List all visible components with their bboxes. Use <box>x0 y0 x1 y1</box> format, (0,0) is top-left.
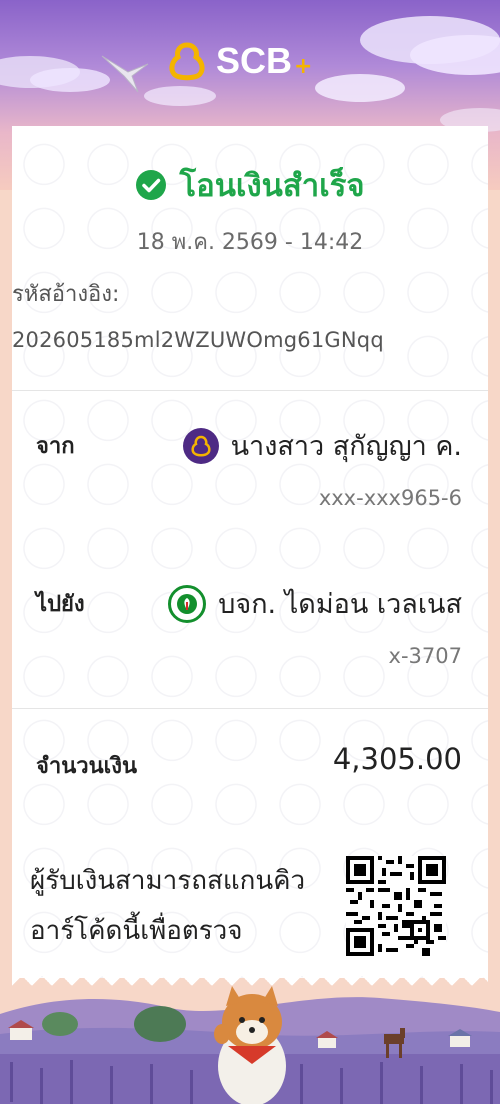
scb-logo-icon <box>169 42 205 81</box>
reference-value: 202605185ml2WZUWOmg61GNqq <box>12 328 384 352</box>
success-header: โอนเงินสำเร็จ <box>12 160 488 210</box>
logo-plus: + <box>294 53 313 79</box>
from-label: จาก <box>36 434 75 459</box>
qr-instruction: ผู้รับเงินสามารถสแกนคิวอาร์โค้ดนี้เพื่อต… <box>30 866 306 946</box>
to-account: x-3707 <box>388 644 462 668</box>
scb-bank-icon <box>182 427 219 464</box>
reference-label: รหัสอ้างอิง: <box>12 282 120 307</box>
app-header: SCB + <box>0 38 500 98</box>
transaction-datetime: 18 พ.ค. 2569 - 14:42 <box>136 230 364 255</box>
to-name: บจก. ไดม่อน เวลเนส <box>218 589 462 620</box>
divider <box>12 708 488 709</box>
to-label: ไปยัง <box>36 592 85 617</box>
check-circle-icon <box>136 170 167 200</box>
footer-illustration <box>0 986 500 1104</box>
logo-text: SCB <box>216 40 293 81</box>
status-title: โอนเงินสำเร็จ <box>179 168 365 204</box>
qr-code[interactable] <box>346 856 446 956</box>
kbank-icon <box>168 584 207 623</box>
scb-logo: SCB + <box>168 40 312 82</box>
amount-label: จำนวนเงิน <box>36 754 137 779</box>
bird-icon <box>101 55 149 93</box>
receipt-card: โอนเงินสำเร็จ 18 พ.ค. 2569 - 14:42 รหัสอ… <box>12 126 488 978</box>
from-name: นางสาว สุกัญญา ค. <box>230 431 462 462</box>
divider <box>12 390 488 391</box>
amount-value: 4,305.00 <box>332 742 462 776</box>
to-party: บจก. ไดม่อน เวลเนส <box>168 582 462 625</box>
shiba-dog-icon <box>214 986 286 1104</box>
from-account: xxx-xxx965-6 <box>318 486 462 510</box>
from-party: นางสาว สุกัญญา ค. <box>182 424 462 467</box>
